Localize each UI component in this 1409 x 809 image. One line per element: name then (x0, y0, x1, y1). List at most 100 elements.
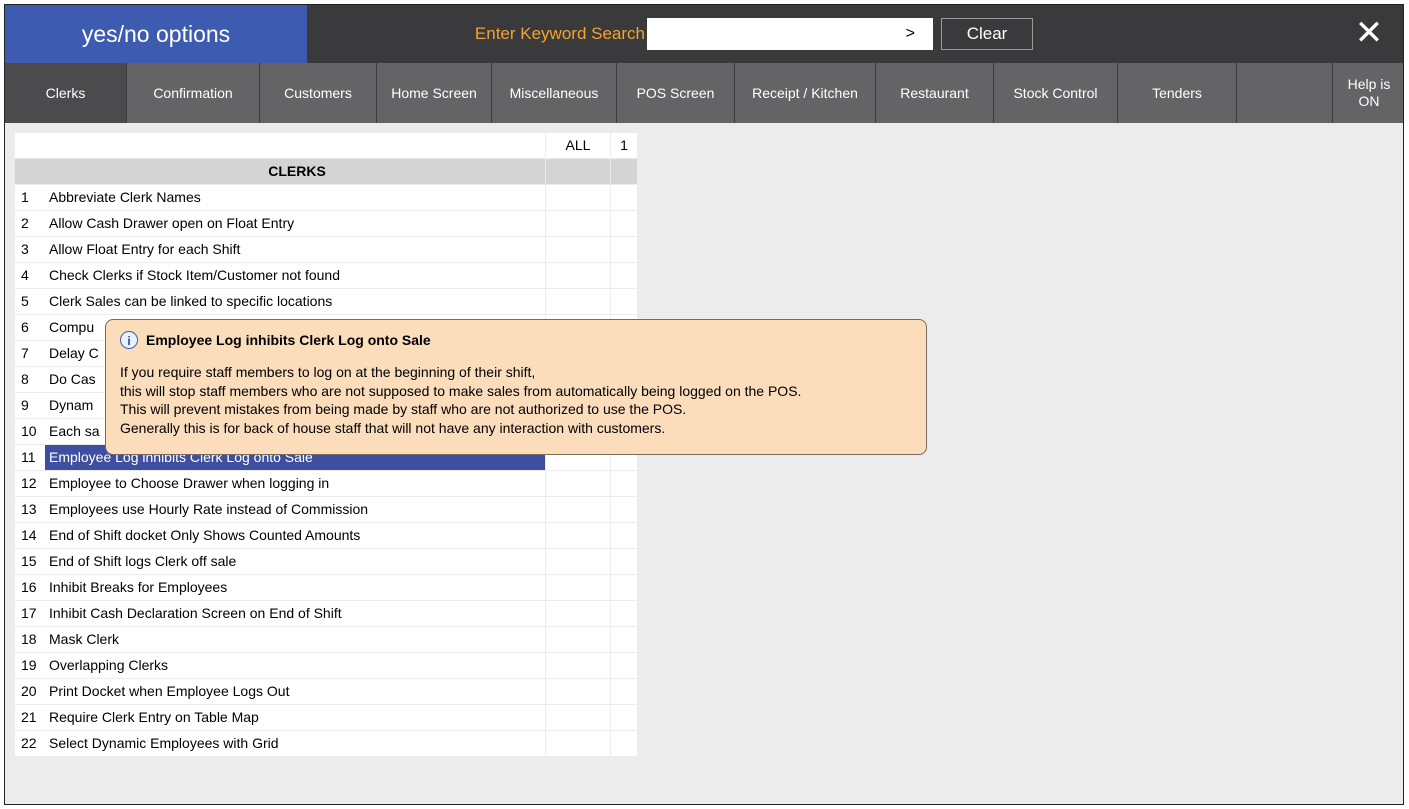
option-all-checkbox[interactable] (546, 497, 610, 522)
tab-stock-control[interactable]: Stock Control (994, 63, 1118, 123)
option-row[interactable]: 1 Abbreviate Clerk Names (15, 185, 637, 211)
option-all-checkbox[interactable] (546, 263, 610, 288)
option-terminal-1-checkbox[interactable] (611, 211, 637, 236)
row-number: 18 (15, 627, 45, 652)
option-terminal-1-checkbox[interactable] (611, 575, 637, 600)
row-number: 4 (15, 263, 45, 288)
section-row: CLERKS (15, 159, 637, 185)
option-terminal-1-checkbox[interactable] (611, 263, 637, 288)
search-input[interactable]: > (647, 18, 933, 50)
option-label[interactable]: Employee to Choose Drawer when logging i… (45, 471, 545, 496)
option-row[interactable]: 18 Mask Clerk (15, 627, 637, 653)
row-number: 10 (15, 419, 45, 444)
option-row[interactable]: 16 Inhibit Breaks for Employees (15, 575, 637, 601)
tooltip-line: This will prevent mistakes from being ma… (120, 401, 687, 417)
option-terminal-1-checkbox[interactable] (611, 549, 637, 574)
option-all-checkbox[interactable] (546, 211, 610, 236)
option-terminal-1-checkbox[interactable] (611, 289, 637, 314)
column-1[interactable]: 1 (611, 133, 637, 158)
help-toggle[interactable]: Help is ON (1333, 63, 1403, 123)
option-label[interactable]: Inhibit Cash Declaration Screen on End o… (45, 601, 545, 626)
option-all-checkbox[interactable] (546, 731, 610, 756)
option-row[interactable]: 5 Clerk Sales can be linked to specific l… (15, 289, 637, 315)
option-label[interactable]: Overlapping Clerks (45, 653, 545, 678)
option-row[interactable]: 2 Allow Cash Drawer open on Float Entry (15, 211, 637, 237)
option-terminal-1-checkbox[interactable] (611, 523, 637, 548)
option-row[interactable]: 13 Employees use Hourly Rate instead of C… (15, 497, 637, 523)
tab-tenders[interactable]: Tenders (1118, 63, 1237, 123)
tooltip-title: Employee Log inhibits Clerk Log onto Sal… (146, 332, 431, 348)
tooltip-line: Generally this is for back of house staf… (120, 419, 666, 436)
tab-miscellaneous[interactable]: Miscellaneous (492, 63, 617, 123)
option-terminal-1-checkbox[interactable] (611, 731, 637, 756)
help-state: ON (1358, 93, 1380, 109)
option-terminal-1-checkbox[interactable] (611, 679, 637, 704)
section-num-cell (15, 159, 45, 184)
search-go-button[interactable]: > (906, 18, 915, 50)
tab-empty (1237, 63, 1333, 123)
option-terminal-1-checkbox[interactable] (611, 497, 637, 522)
option-row[interactable]: 12 Employee to Choose Drawer when logging… (15, 471, 637, 497)
tab-pos-screen[interactable]: POS Screen (617, 63, 735, 123)
grid-header-row: ALL 1 (15, 133, 637, 159)
option-all-checkbox[interactable] (546, 601, 610, 626)
option-label[interactable]: Mask Clerk (45, 627, 545, 652)
tab-restaurant[interactable]: Restaurant (876, 63, 994, 123)
row-number: 22 (15, 731, 45, 756)
option-all-checkbox[interactable] (546, 549, 610, 574)
option-terminal-1-checkbox[interactable] (611, 237, 637, 262)
tab-clerks[interactable]: Clerks (5, 63, 127, 123)
row-number: 5 (15, 289, 45, 314)
option-all-checkbox[interactable] (546, 237, 610, 262)
option-label[interactable]: Inhibit Breaks for Employees (45, 575, 545, 600)
option-label[interactable]: Clerk Sales can be linked to specific lo… (45, 289, 545, 314)
option-all-checkbox[interactable] (546, 289, 610, 314)
option-row[interactable]: 4 Check Clerks if Stock Item/Customer not… (15, 263, 637, 289)
option-all-checkbox[interactable] (546, 575, 610, 600)
option-all-checkbox[interactable] (546, 679, 610, 704)
option-row[interactable]: 19 Overlapping Clerks (15, 653, 637, 679)
option-row[interactable]: 20 Print Docket when Employee Logs Out (15, 679, 637, 705)
option-row[interactable]: 21 Require Clerk Entry on Table Map (15, 705, 637, 731)
option-terminal-1-checkbox[interactable] (611, 627, 637, 652)
option-all-checkbox[interactable] (546, 471, 610, 496)
option-terminal-1-checkbox[interactable] (611, 471, 637, 496)
help-label: Help is (1347, 76, 1391, 92)
option-all-checkbox[interactable] (546, 523, 610, 548)
close-icon[interactable]: ✕ (1351, 11, 1387, 55)
option-row[interactable]: 17 Inhibit Cash Declaration Screen on End… (15, 601, 637, 627)
option-terminal-1-checkbox[interactable] (611, 601, 637, 626)
tab-home-screen[interactable]: Home Screen (377, 63, 492, 123)
option-terminal-1-checkbox[interactable] (611, 705, 637, 730)
row-number: 8 (15, 367, 45, 392)
option-label[interactable]: Allow Cash Drawer open on Float Entry (45, 211, 545, 236)
option-row[interactable]: 22 Select Dynamic Employees with Grid (15, 731, 637, 757)
option-label[interactable]: Employees use Hourly Rate instead of Com… (45, 497, 545, 522)
option-label[interactable]: Check Clerks if Stock Item/Customer not … (45, 263, 545, 288)
option-all-checkbox[interactable] (546, 653, 610, 678)
option-all-checkbox[interactable] (546, 705, 610, 730)
option-terminal-1-checkbox[interactable] (611, 185, 637, 210)
option-label[interactable]: Select Dynamic Employees with Grid (45, 731, 545, 756)
option-label[interactable]: Abbreviate Clerk Names (45, 185, 545, 210)
row-number: 1 (15, 185, 45, 210)
option-row[interactable]: 3 Allow Float Entry for each Shift (15, 237, 637, 263)
tab-bar: Clerks Confirmation Customers Home Scree… (5, 63, 1403, 123)
option-terminal-1-checkbox[interactable] (611, 653, 637, 678)
clear-button[interactable]: Clear (941, 18, 1033, 50)
option-label[interactable]: End of Shift docket Only Shows Counted A… (45, 523, 545, 548)
option-row[interactable]: 14 End of Shift docket Only Shows Counted… (15, 523, 637, 549)
column-all[interactable]: ALL (546, 133, 610, 158)
tab-customers[interactable]: Customers (260, 63, 377, 123)
option-label[interactable]: Allow Float Entry for each Shift (45, 237, 545, 262)
option-label[interactable]: Print Docket when Employee Logs Out (45, 679, 545, 704)
tab-confirmation[interactable]: Confirmation (127, 63, 260, 123)
option-all-checkbox[interactable] (546, 185, 610, 210)
tab-receipt-kitchen[interactable]: Receipt / Kitchen (735, 63, 876, 123)
option-label[interactable]: Require Clerk Entry on Table Map (45, 705, 545, 730)
row-number: 15 (15, 549, 45, 574)
option-all-checkbox[interactable] (546, 627, 610, 652)
option-label[interactable]: End of Shift logs Clerk off sale (45, 549, 545, 574)
option-row[interactable]: 15 End of Shift logs Clerk off sale (15, 549, 637, 575)
row-number: 17 (15, 601, 45, 626)
